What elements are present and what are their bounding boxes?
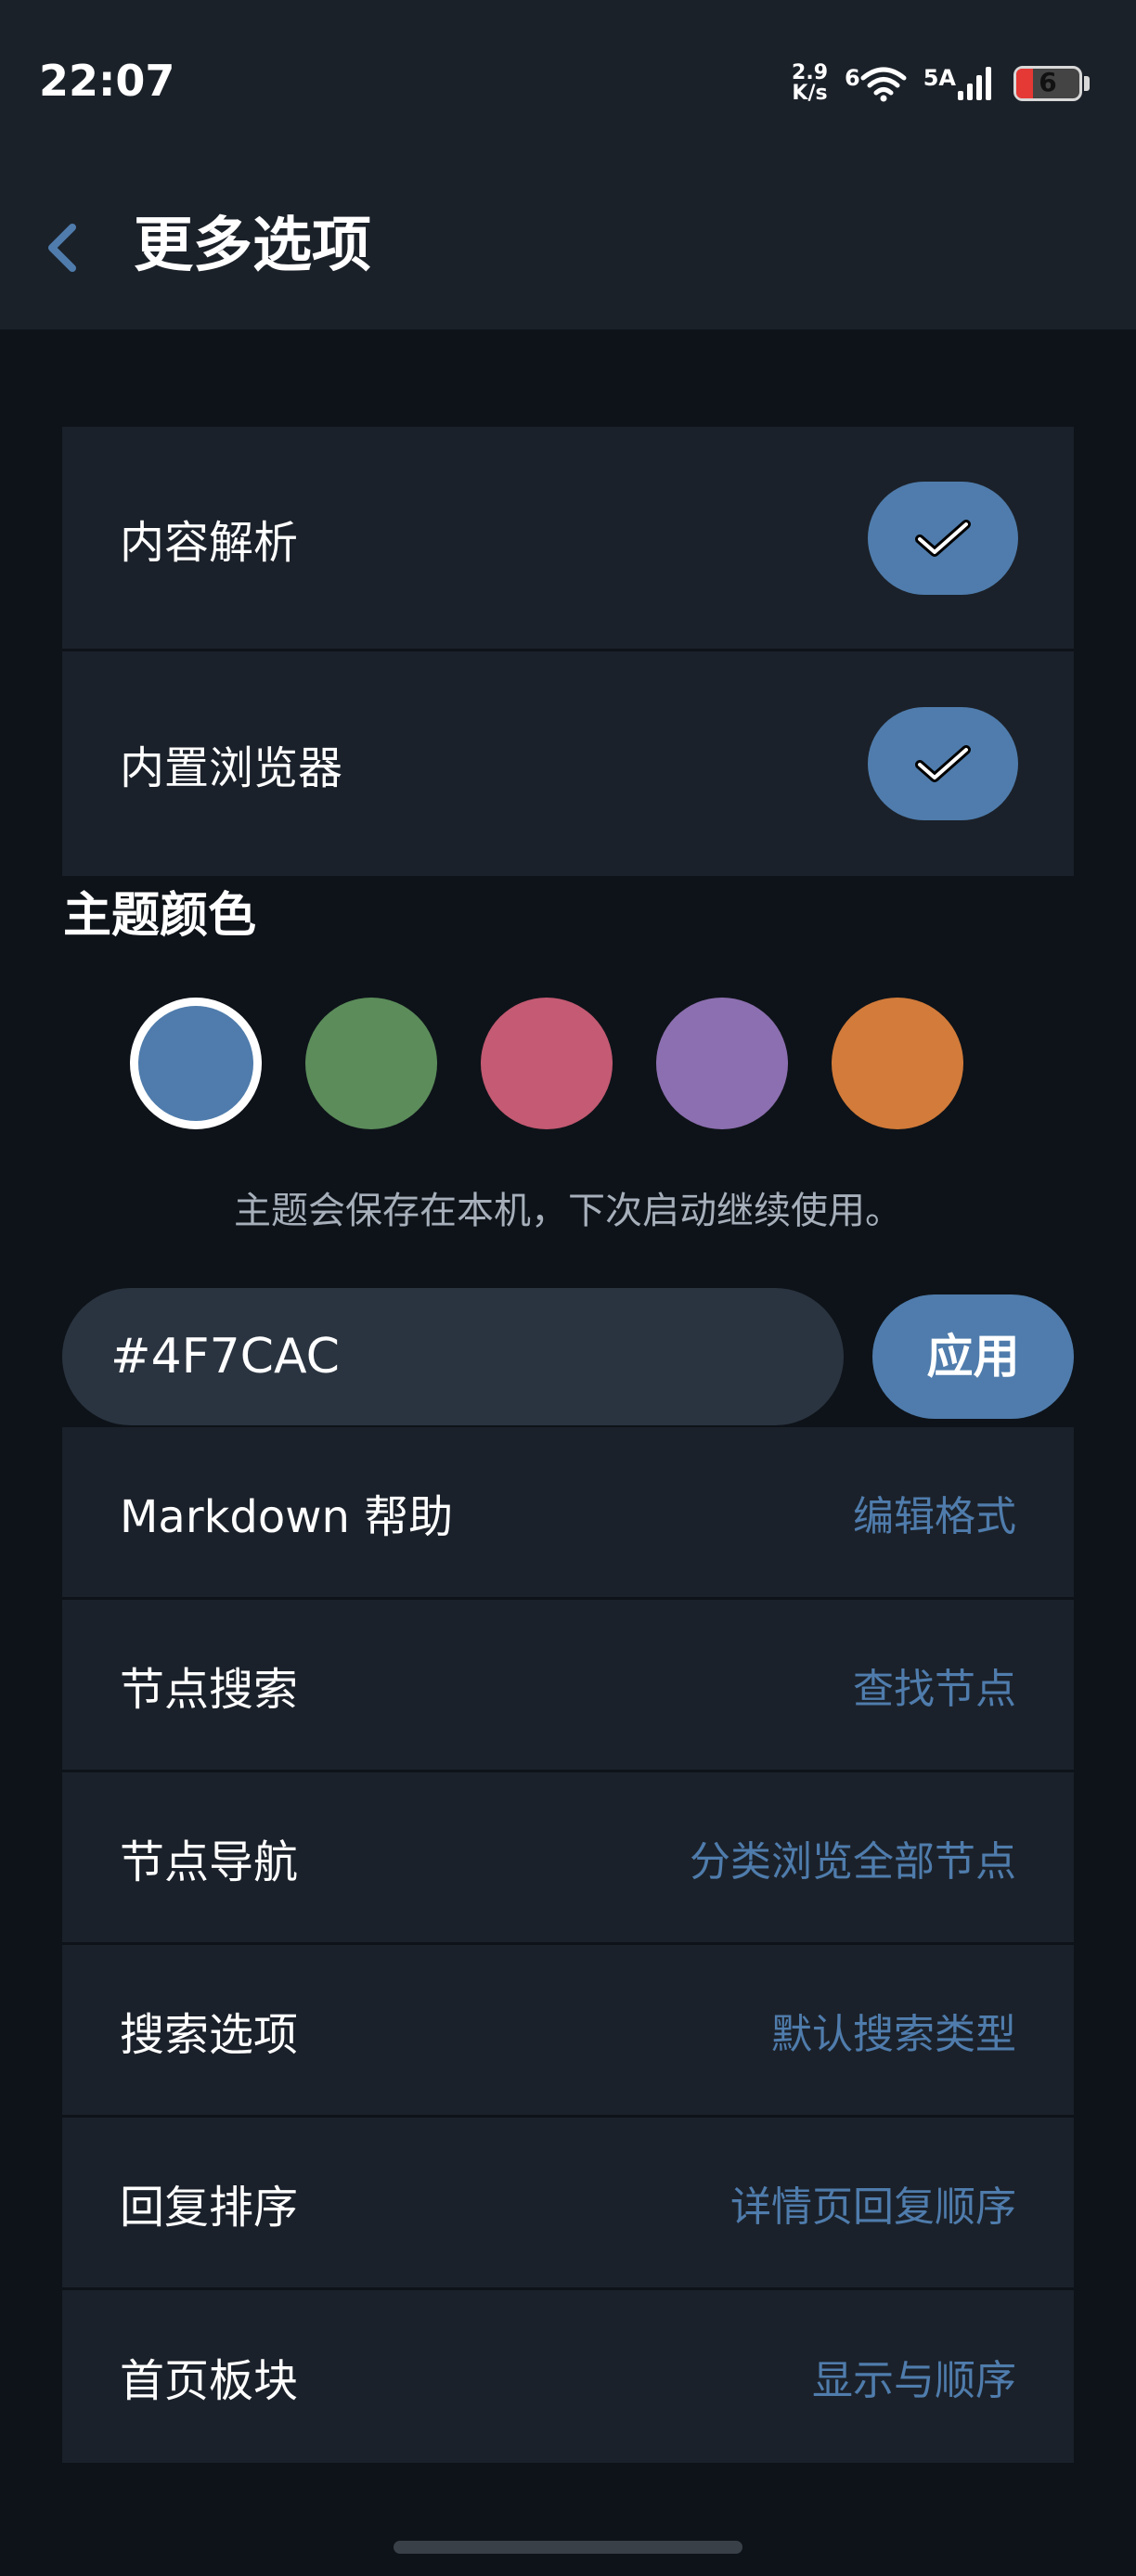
swatch-blue[interactable] [130,998,262,1129]
link-sub: 详情页回复顺序 [730,2183,1016,2231]
link-row-search-options[interactable]: 搜索选项 默认搜索类型 [62,1945,1074,2118]
link-label: 节点搜索 [120,1663,299,1716]
net-speed-unit: K/s [792,82,828,105]
chevron-left-icon [48,224,76,272]
link-row-markdown-help[interactable]: Markdown 帮助 编辑格式 [62,1427,1074,1600]
app-header: 更多选项 [0,162,1136,329]
link-label: 回复排序 [120,2181,299,2234]
status-bar: 22:07 2.9 K/s 6 5A 6 [0,0,1136,162]
swatch-orange[interactable] [832,998,963,1129]
swatch-purple[interactable] [656,998,788,1129]
link-row-home-sections[interactable]: 首页板块 显示与顺序 [62,2290,1074,2463]
check-icon [915,519,971,557]
link-sub: 显示与顺序 [812,2357,1016,2404]
toggle-card: 内容解析 内置浏览器 [62,427,1074,876]
link-label: Markdown 帮助 [120,1490,454,1543]
battery-level: 6 [1039,67,1057,97]
link-sub: 分类浏览全部节点 [690,1837,1016,1886]
builtin-browser-toggle[interactable] [868,707,1018,820]
status-icons: 2.9 K/s 6 5A 6 [792,59,1090,108]
net-speed: 2.9 K/s [792,63,828,104]
link-sub: 查找节点 [853,1665,1016,1713]
back-button[interactable] [43,211,80,285]
link-row-node-search[interactable]: 节点搜索 查找节点 [62,1600,1074,1772]
swatch-green[interactable] [305,998,437,1129]
apply-button[interactable]: 应用 [872,1294,1074,1419]
hex-color-input[interactable] [62,1288,844,1425]
battery-icon: 6 [1013,66,1082,101]
toggle-row-content-parse: 内容解析 [62,427,1074,651]
net-speed-value: 2.9 [792,61,829,84]
cell-indicator: 5A [923,65,997,102]
toggle-label: 内置浏览器 [120,742,343,794]
signal-label: 5A [923,65,956,91]
signal-icon [958,67,991,100]
toggle-row-builtin-browser: 内置浏览器 [62,651,1074,876]
wifi-label: 6 [845,65,860,91]
swatch-pink[interactable] [481,998,613,1129]
home-indicator[interactable] [394,2541,742,2554]
battery-tip [1084,76,1090,91]
theme-note: 主题会保存在本机，下次启动继续使用。 [234,1190,902,1232]
link-row-reply-sort[interactable]: 回复排序 详情页回复顺序 [62,2118,1074,2290]
toggle-label: 内容解析 [120,516,299,569]
status-time: 22:07 [39,56,175,106]
links-card: Markdown 帮助 编辑格式 节点搜索 查找节点 节点导航 分类浏览全部节点… [62,1427,1074,2463]
theme-section-title: 主题颜色 [63,888,257,944]
check-icon [915,745,971,782]
theme-swatches [130,998,963,1129]
link-sub: 默认搜索类型 [771,2010,1016,2058]
link-label: 节点导航 [120,1835,299,1888]
wifi-icon [860,67,907,102]
page-title: 更多选项 [134,212,371,280]
link-row-node-nav[interactable]: 节点导航 分类浏览全部节点 [62,1772,1074,1945]
link-label: 搜索选项 [120,2008,299,2061]
wifi-indicator: 6 [845,65,907,102]
link-sub: 编辑格式 [853,1492,1016,1540]
content-parse-toggle[interactable] [868,481,1018,595]
link-label: 首页板块 [120,2355,299,2407]
